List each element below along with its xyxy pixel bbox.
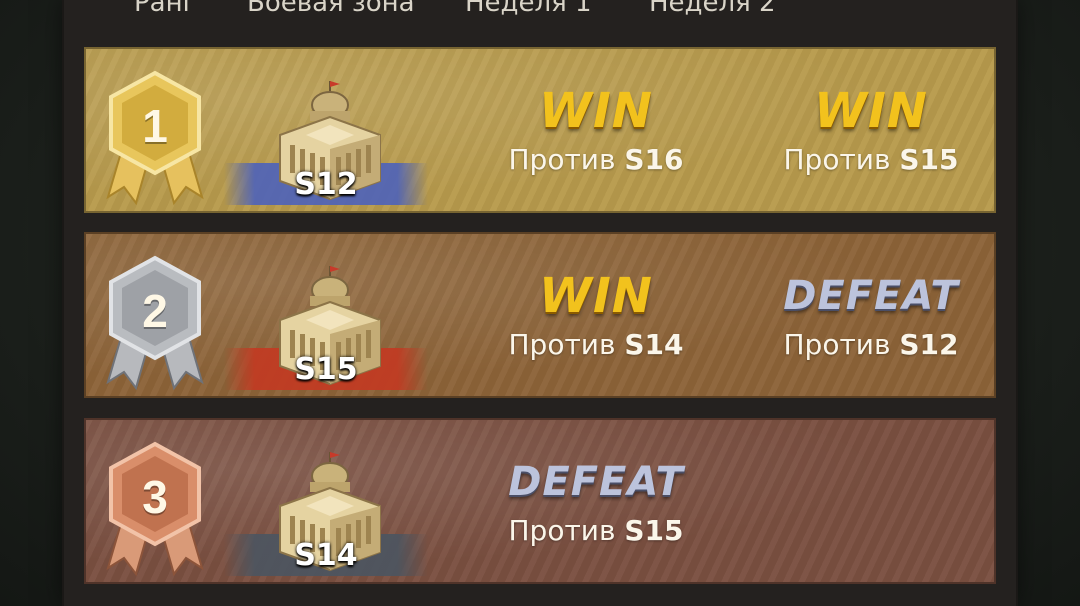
opponent-text: Против S14 bbox=[508, 328, 684, 361]
result-label: WIN bbox=[539, 83, 653, 139]
ranking-row-2[interactable]: 2 S15 WIN Против S14 DEFEAT Против S12 bbox=[84, 232, 996, 398]
server-badge[interactable]: S15 bbox=[224, 260, 434, 396]
week-1-result: WIN Против S14 bbox=[466, 268, 726, 361]
battle-rankings-panel: Ранг Боевая зона Неделя 1 Неделя 2 1 S12… bbox=[64, 0, 1016, 606]
ranking-row-3[interactable]: 3 S14 DEFEAT Против S15 bbox=[84, 418, 996, 584]
game-screen: Ранг Боевая зона Неделя 1 Неделя 2 1 S12… bbox=[0, 0, 1080, 606]
result-label: DEFEAT bbox=[783, 273, 959, 319]
opponent-server: S12 bbox=[899, 328, 959, 361]
opponent-server: S15 bbox=[624, 514, 684, 547]
gold-medal-icon: 1 bbox=[102, 69, 212, 209]
opponent-text: Против S15 bbox=[508, 514, 684, 547]
ranking-row-1[interactable]: 1 S12 WIN Против S16 WIN Против S15 bbox=[84, 47, 996, 213]
header-rank: Ранг bbox=[134, 0, 197, 18]
rank-number: 3 bbox=[142, 471, 168, 523]
server-name: S14 bbox=[294, 538, 358, 573]
opponent-text: Против S16 bbox=[508, 143, 684, 176]
table-header: Ранг Боевая зона Неделя 1 Неделя 2 bbox=[64, 0, 1016, 36]
rank-number: 1 bbox=[142, 100, 168, 152]
header-week-2: Неделя 2 bbox=[649, 0, 776, 18]
header-battle-zone: Боевая зона bbox=[247, 0, 415, 18]
server-name: S12 bbox=[294, 167, 358, 202]
opponent-server: S14 bbox=[624, 328, 684, 361]
result-label: DEFEAT bbox=[508, 459, 684, 505]
result-label: WIN bbox=[814, 83, 928, 139]
opponent-text: Против S12 bbox=[783, 328, 959, 361]
week-1-result: DEFEAT Против S15 bbox=[466, 454, 726, 547]
week-2-result: DEFEAT Против S12 bbox=[741, 268, 994, 361]
week-1-result: WIN Против S16 bbox=[466, 83, 726, 176]
result-label: WIN bbox=[539, 268, 653, 324]
opponent-text: Против S15 bbox=[783, 143, 959, 176]
opponent-server: S15 bbox=[899, 143, 959, 176]
opponent-server: S16 bbox=[624, 143, 684, 176]
bronze-medal-icon: 3 bbox=[102, 440, 212, 580]
server-badge[interactable]: S12 bbox=[224, 75, 434, 211]
server-badge[interactable]: S14 bbox=[224, 446, 434, 582]
week-2-result: WIN Против S15 bbox=[741, 83, 994, 176]
silver-medal-icon: 2 bbox=[102, 254, 212, 394]
rank-number: 2 bbox=[142, 285, 168, 337]
header-week-1: Неделя 1 bbox=[465, 0, 592, 18]
server-name: S15 bbox=[294, 352, 358, 387]
